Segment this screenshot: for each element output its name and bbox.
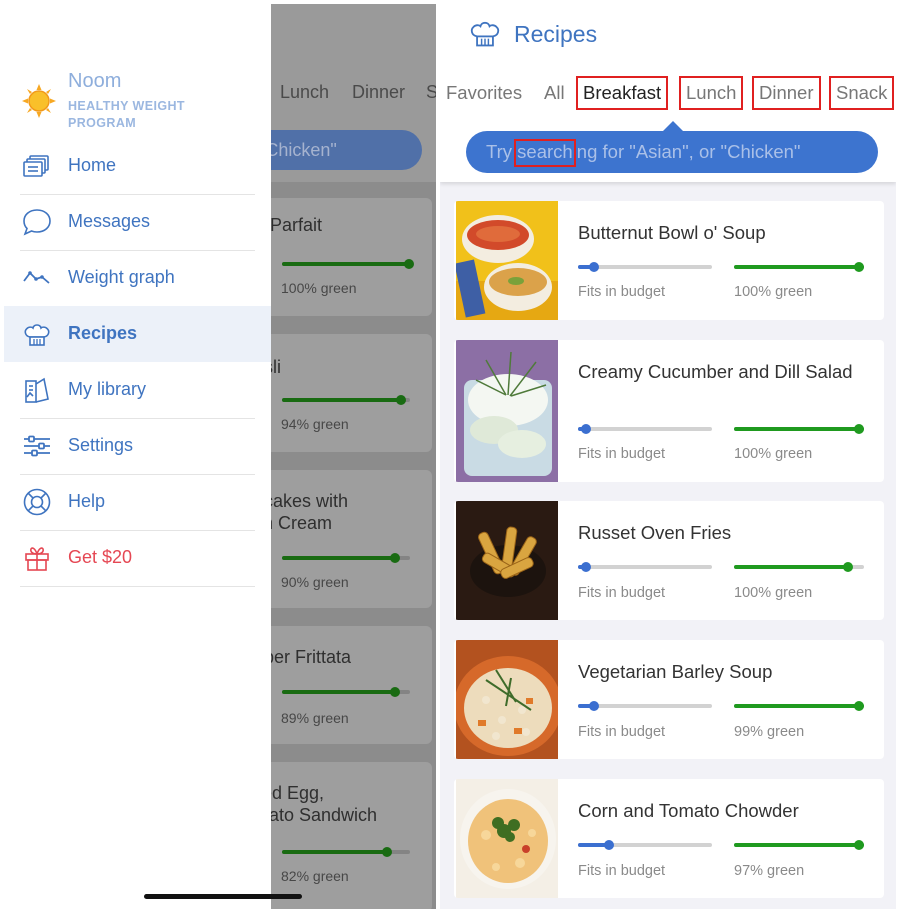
tab-all[interactable]: All [544,78,565,108]
menu-label: Get $20 [68,547,133,567]
menu-label: Help [68,491,106,511]
tab-breakfast[interactable]: Breakfast [575,76,669,110]
budget-label: Fits in budget [578,585,666,601]
menu-item-my-library[interactable]: My library [4,362,271,418]
menu-item-recipes[interactable]: Recipes [4,306,271,362]
menu-item-home[interactable]: Home [4,138,271,194]
left-screen: Lunch Dinner S r "Chicken" rt Parfait 10… [4,4,436,909]
home-indicator[interactable] [144,894,302,899]
budget-label: Fits in budget [578,446,666,462]
dimmed-green-label: 82% green [281,868,349,884]
green-label: 100% green [734,284,813,300]
tab-snack[interactable]: Snack [828,76,895,110]
recipe-photo [456,501,558,620]
tab-dinner[interactable]: Dinner [752,76,821,110]
lifebuoy-icon [23,488,51,516]
chat-bubble-icon [23,209,51,236]
dimmed-tab: Dinner [352,82,406,102]
recipe-title: Vegetarian Barley Soup [578,661,773,682]
home-icon [23,155,49,177]
menu-label: Home [68,155,117,175]
gift-icon [25,547,49,571]
menu-label: Recipes [68,323,138,343]
dimmed-tab: S [426,82,436,102]
green-label: 100% green [734,585,813,601]
dimmed-green-bar [282,847,410,857]
green-label: 99% green [734,724,805,740]
recipe-title: Corn and Tomato Chowder [578,800,799,821]
dimmed-green-bar [282,395,410,405]
menu-label: Messages [68,211,151,231]
recipe-photo [456,640,558,759]
chef-hat-icon [470,21,500,47]
recipe-card[interactable]: Vegetarian Barley Soup Fits in budget 99… [454,640,884,759]
tab-favorites[interactable]: Favorites [446,78,522,108]
sun-logo-icon [22,84,56,118]
dimmed-green-label: 89% green [281,710,349,726]
brand: Noom HEALTHY WEIGHT PROGRAM [22,70,262,130]
green-bar [734,840,864,850]
dimmed-card-title: mato Sandwich [254,805,378,825]
recipe-photo [456,779,558,898]
budget-bar [578,562,712,572]
green-bar [734,424,864,434]
green-bar [734,701,864,711]
divider [20,586,255,587]
weight-graph-icon [23,271,50,284]
search-bar [466,131,878,173]
dimmed-green-bar [282,553,410,563]
menu-item-help[interactable]: Help [4,474,271,530]
recipe-title: Creamy Cucumber and Dill Salad [578,361,853,382]
recipe-card[interactable]: Corn and Tomato Chowder Fits in budget 9… [454,779,884,898]
recipe-card[interactable]: Russet Oven Fries Fits in budget 100% gr… [454,501,884,620]
budget-label: Fits in budget [578,863,666,879]
menu-label: My library [68,379,147,399]
menu-item-weight-graph[interactable]: Weight graph [4,250,271,306]
category-tabs: Favorites All Breakfast Lunch Dinner Sna… [440,76,896,112]
dimmed-green-bar [282,687,410,697]
budget-bar [578,262,712,272]
dimmed-green-label: 90% green [281,574,349,590]
recipe-photo [456,201,558,320]
green-label: 100% green [734,446,813,462]
dimmed-green-label: 94% green [281,416,349,432]
budget-bar [578,424,712,434]
recipe-title: Butternut Bowl o' Soup [578,222,766,243]
dimmed-green-bar [282,259,414,269]
budget-bar [578,840,712,850]
dimmed-green-label: 100% green [281,280,357,296]
navigation-drawer: Noom HEALTHY WEIGHT PROGRAM Home Message… [4,4,271,909]
brand-subtitle: HEALTHY WEIGHT PROGRAM [68,99,185,130]
green-label: 97% green [734,863,805,879]
dimmed-tab: Lunch [280,82,330,102]
budget-label: Fits in budget [578,284,666,300]
sliders-icon [24,435,50,457]
recipe-card[interactable]: Butternut Bowl o' Soup Fits in budget 10… [454,201,884,320]
tab-lunch[interactable]: Lunch [678,76,744,110]
brand-name: Noom [68,70,122,92]
recipe-card[interactable]: Creamy Cucumber and Dill Salad Fits in b… [454,340,884,482]
menu-label: Settings [68,435,134,455]
green-bar [734,262,864,272]
menu-item-messages[interactable]: Messages [4,194,271,250]
menu-label: Weight graph [68,267,175,287]
library-icon [25,377,49,403]
green-bar [734,562,864,572]
budget-bar [578,701,712,711]
recipe-photo [456,340,558,482]
recipes-header: Recipes Favorites All Breakfast Lunch Di… [440,4,896,182]
menu-item-get-20[interactable]: Get $20 [4,530,271,586]
menu-item-settings[interactable]: Settings [4,418,271,474]
recipes-screen: Recipes Favorites All Breakfast Lunch Di… [440,4,896,909]
page-title: Recipes [514,21,598,47]
recipe-title: Russet Oven Fries [578,522,732,543]
budget-label: Fits in budget [578,724,666,740]
app-frame: Lunch Dinner S r "Chicken" rt Parfait 10… [4,4,896,909]
chef-hat-icon [24,324,50,346]
search-input[interactable] [466,131,878,173]
